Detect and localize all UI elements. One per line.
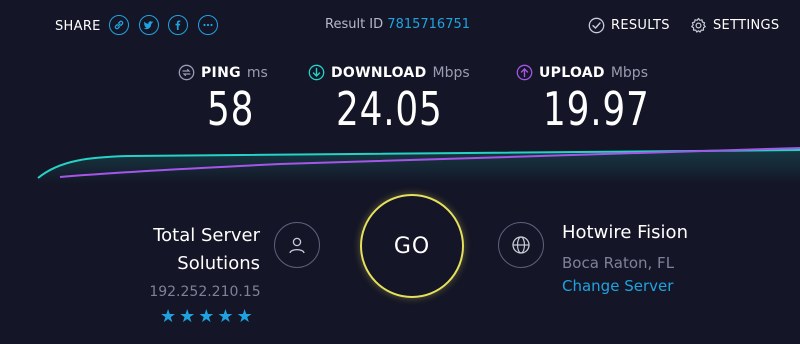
globe-icon xyxy=(498,222,544,268)
download-value: 24.05 xyxy=(336,82,443,136)
download-header: DOWNLOAD Mbps xyxy=(308,64,470,81)
upload-icon xyxy=(516,64,533,81)
ping-label: PING xyxy=(201,64,241,81)
download-label: DOWNLOAD xyxy=(331,64,427,81)
settings-button[interactable]: SETTINGS xyxy=(690,17,779,34)
ping-icon xyxy=(178,64,195,81)
facebook-icon[interactable] xyxy=(168,15,188,35)
download-unit: Mbps xyxy=(432,64,470,81)
more-icon[interactable] xyxy=(198,15,218,35)
results-label: RESULTS xyxy=(611,18,670,33)
ping-value: 58 xyxy=(207,82,255,136)
link-icon[interactable] xyxy=(109,15,129,35)
result-id-label: Result ID xyxy=(325,17,384,32)
go-button[interactable]: GO xyxy=(360,194,464,298)
results-button[interactable]: RESULTS xyxy=(588,17,670,34)
twitter-icon[interactable] xyxy=(139,15,159,35)
change-server-link[interactable]: Change Server xyxy=(562,277,673,295)
settings-label: SETTINGS xyxy=(713,18,780,33)
download-icon xyxy=(308,64,325,81)
upload-label: UPLOAD xyxy=(539,64,605,81)
user-icon xyxy=(274,222,320,268)
isp-name: Hotwire Fision xyxy=(562,222,688,243)
server-name: Total Server Solutions xyxy=(120,222,260,278)
gear-icon xyxy=(691,17,706,33)
upload-value: 19.97 xyxy=(543,82,650,136)
upload-header: UPLOAD Mbps xyxy=(516,64,648,81)
speed-graph xyxy=(37,147,800,185)
ping-header: PING ms xyxy=(178,64,268,81)
server-name-line2: Solutions xyxy=(177,253,260,274)
server-name-line1: Total Server xyxy=(153,225,260,246)
rating-stars: ★★★★★ xyxy=(160,306,256,327)
result-id-value[interactable]: 7815716751 xyxy=(387,17,470,32)
server-ip: 192.252.210.15 xyxy=(149,284,261,300)
upload-unit: Mbps xyxy=(610,64,648,81)
isp-location: Boca Raton, FL xyxy=(562,254,675,272)
check-circle-icon xyxy=(588,17,605,34)
ping-unit: ms xyxy=(246,64,268,81)
share-label: SHARE xyxy=(55,19,101,34)
result-id: Result ID 7815716751 xyxy=(325,17,470,32)
